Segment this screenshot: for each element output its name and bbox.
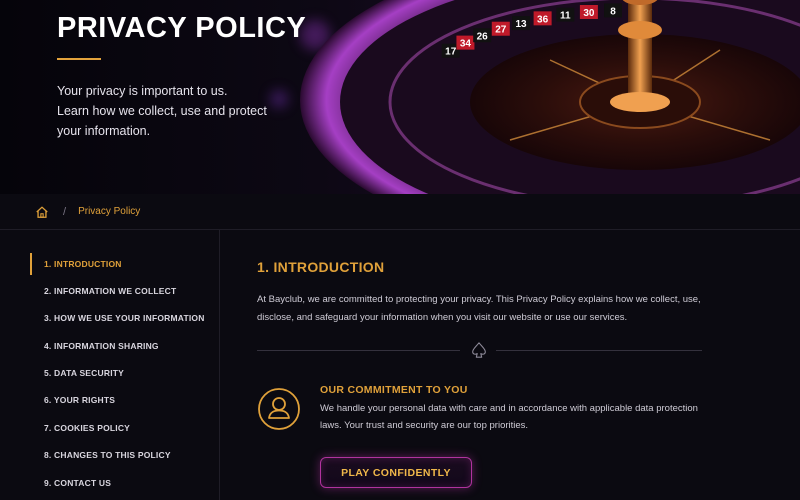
divider <box>496 350 702 351</box>
toc-item-your-rights[interactable]: 6. YOUR RIGHTS <box>30 389 215 411</box>
roulette-number: 17 <box>445 47 457 58</box>
roulette-number: 27 <box>495 25 507 36</box>
commitment-body: We handle your personal data with care a… <box>320 403 698 431</box>
toc-item-changes-to-policy[interactable]: 8. CHANGES TO THIS POLICY <box>30 444 215 466</box>
user-icon <box>258 388 300 430</box>
section-body: At Bayclub, we are committed to protecti… <box>257 294 701 323</box>
breadcrumb-current: Privacy Policy <box>78 206 141 217</box>
toc-item-introduction[interactable]: 1. INTRODUCTION <box>30 253 215 275</box>
play-confidently-button[interactable]: PLAY CONFIDENTLY <box>320 457 472 488</box>
roulette-number: 13 <box>515 19 527 30</box>
roulette-number: 11 <box>560 11 571 22</box>
toc-item-contact-us[interactable]: 9. CONTACT US <box>30 472 215 494</box>
roulette-number: 34 <box>460 39 472 50</box>
page-title: PRIVACY POLICY <box>57 12 307 44</box>
hero-banner: 1734262713361130823 PRIVACY POLICY Your … <box>0 0 800 194</box>
toc-item-data-security[interactable]: 5. DATA SECURITY <box>30 362 215 384</box>
roulette-number: 8 <box>610 6 616 17</box>
toc-item-cookies-policy[interactable]: 7. COOKIES POLICY <box>30 417 215 439</box>
main-content: 1. INTRODUCTION At Bayclub, we are commi… <box>220 230 800 500</box>
roulette-wheel-image: 1734262713361130823 <box>300 0 800 194</box>
toc-item-information-sharing[interactable]: 4. INFORMATION SHARING <box>30 335 215 357</box>
home-icon[interactable] <box>35 205 49 219</box>
hero-line: Your privacy is important to us. <box>57 84 228 98</box>
divider <box>257 350 460 351</box>
table-of-contents: 1. INTRODUCTION 2. INFORMATION WE COLLEC… <box>0 230 220 500</box>
toc-item-how-we-use[interactable]: 3. HOW WE USE YOUR INFORMATION <box>30 307 215 329</box>
hero-subtitle: Your privacy is important to us. Learn h… <box>57 81 297 141</box>
roulette-number: 36 <box>537 14 549 25</box>
title-underline <box>57 58 101 60</box>
spade-icon <box>472 342 486 358</box>
commitment-title: OUR COMMITMENT TO YOU <box>320 384 468 396</box>
breadcrumb: / Privacy Policy <box>0 194 800 230</box>
roulette-number: 26 <box>477 31 489 42</box>
breadcrumb-separator: / <box>63 205 67 218</box>
roulette-number: 30 <box>583 8 595 19</box>
hero-line: your information. <box>57 124 151 138</box>
toc-item-information-we-collect[interactable]: 2. INFORMATION WE COLLECT <box>30 280 215 302</box>
section-title: 1. INTRODUCTION <box>257 259 385 275</box>
privacy-policy-page: 1734262713361130823 PRIVACY POLICY Your … <box>0 0 800 500</box>
hero-line: Learn how we collect, use and protect <box>57 104 267 118</box>
